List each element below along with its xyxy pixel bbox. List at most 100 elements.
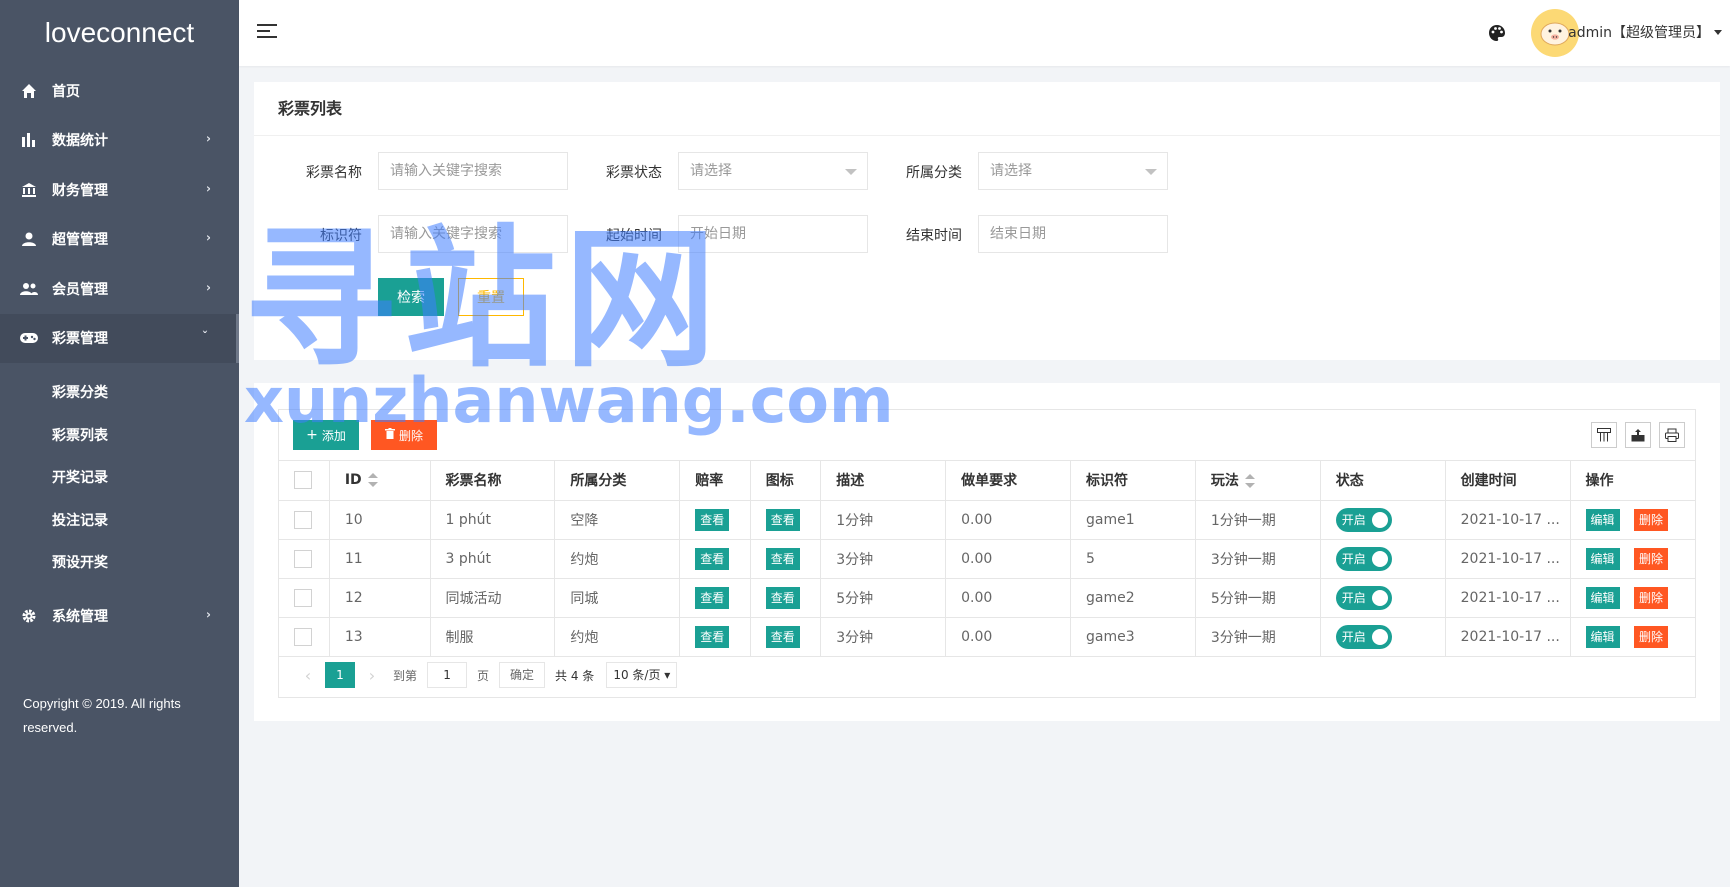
caret-down-icon[interactable] (1714, 30, 1722, 35)
cell-icon: 查看 (750, 500, 822, 540)
cell-actions: 编辑 删除 (1570, 539, 1695, 579)
prev-page-icon[interactable]: ‹ (297, 662, 319, 688)
col-header-name: 彩票名称 (430, 461, 556, 501)
sidebar-item-finance[interactable]: 财务管理 › (0, 165, 239, 215)
sidebar-item-label: 首页 (52, 83, 80, 100)
code-input[interactable]: 请输入关键字搜索 (378, 215, 568, 253)
view-odds-button[interactable]: 查看 (695, 586, 730, 609)
row-checkbox[interactable] (294, 588, 312, 607)
user-menu[interactable]: admin【超级管理员】 (1568, 22, 1710, 42)
lottery-status-select[interactable]: 请选择 (678, 152, 868, 190)
view-icon-button[interactable]: 查看 (765, 625, 800, 648)
next-page-icon[interactable]: › (361, 662, 383, 688)
delete-row-button[interactable]: 删除 (1633, 508, 1668, 531)
cell-created: 2021-10-17 ... (1445, 617, 1571, 657)
print-icon[interactable] (1659, 422, 1685, 448)
delete-button-label: 删除 (398, 428, 423, 443)
sidebar-item-members[interactable]: 会员管理 › (0, 264, 239, 314)
row-checkbox[interactable] (294, 510, 312, 529)
edit-button[interactable]: 编辑 (1585, 625, 1620, 648)
cell-desc: 1分钟 (820, 500, 947, 540)
row-checkbox[interactable] (294, 549, 312, 568)
data-table: + 添加 删除 ID 彩票名称 所属分类 赔率 图标 描述 做单要求 标识符 玩… (278, 409, 1696, 698)
sidebar-item-label: 会员管理 (52, 281, 108, 298)
col-header-icon: 图标 (750, 461, 822, 501)
copyright-text: Copyright © 2019. All rights reserved. (23, 696, 181, 735)
submenu-item-lottery-list[interactable]: 彩票列表 (0, 414, 239, 457)
reset-button[interactable]: 重置 (458, 278, 524, 316)
sidebar-item-super-admin[interactable]: 超管管理 › (0, 215, 239, 265)
col-header-requirement: 做单要求 (945, 461, 1072, 501)
submenu-item-draw-records[interactable]: 开奖记录 (0, 456, 239, 499)
delete-row-button[interactable]: 删除 (1633, 547, 1668, 570)
search-button[interactable]: 检索 (378, 278, 444, 316)
gamepad-icon (20, 329, 38, 347)
sort-icon[interactable] (367, 473, 378, 488)
category-select[interactable]: 请选择 (978, 152, 1168, 190)
col-header-play[interactable]: 玩法 (1195, 461, 1321, 501)
export-icon[interactable] (1625, 422, 1651, 448)
sort-icon[interactable] (1244, 474, 1255, 489)
select-all-checkbox[interactable] (294, 471, 312, 490)
sidebar-item-system[interactable]: 系统管理 › (0, 592, 239, 642)
status-toggle[interactable]: 开启 (1335, 585, 1392, 610)
col-header-category: 所属分类 (554, 461, 681, 501)
view-icon-button[interactable]: 查看 (765, 508, 800, 531)
table-row: 11 3 phút 约炮 查看 查看 3分钟 0.00 5 3分钟一期 开启 2021-10-17 … (279, 539, 1695, 579)
view-odds-button[interactable]: 查看 (695, 547, 730, 570)
sidebar-item-label: 财务管理 (52, 182, 108, 199)
col-header-id[interactable]: ID (329, 461, 431, 501)
goto-confirm-button[interactable]: 确定 (499, 662, 546, 688)
goto-page-input[interactable]: 1 (427, 662, 468, 688)
bank-icon (20, 181, 38, 199)
total-count: 共 4 条 (555, 668, 595, 683)
edit-button[interactable]: 编辑 (1585, 547, 1620, 570)
cell-category: 同城 (554, 578, 681, 618)
col-header-code: 标识符 (1070, 461, 1196, 501)
palette-icon[interactable] (1487, 23, 1507, 43)
sidebar: loveconnect 首页 数据统计 › 财务管理 › 超管管理 › 会员管理… (0, 0, 239, 887)
cell-code: game2 (1070, 578, 1196, 618)
status-toggle[interactable]: 开启 (1335, 507, 1392, 532)
end-date-input[interactable]: 结束日期 (978, 215, 1168, 253)
cell-status: 开启 (1320, 578, 1446, 618)
status-toggle[interactable]: 开启 (1335, 624, 1392, 649)
row-select-cell (279, 617, 330, 657)
current-page[interactable]: 1 (325, 662, 355, 688)
submenu-item-bet-records[interactable]: 投注记录 (0, 499, 239, 542)
delete-row-button[interactable]: 删除 (1633, 625, 1668, 648)
table-body: 10 1 phút 空降 查看 查看 1分钟 0.00 game1 1分钟一期 开启 2021-10… (279, 500, 1695, 657)
row-checkbox[interactable] (294, 627, 312, 646)
cell-status: 开启 (1320, 500, 1446, 540)
submenu-item-preset-draw[interactable]: 预设开奖 (0, 541, 239, 584)
view-icon-button[interactable]: 查看 (765, 586, 800, 609)
view-odds-button[interactable]: 查看 (695, 625, 730, 648)
delete-row-button[interactable]: 删除 (1633, 586, 1668, 609)
columns-filter-icon[interactable] (1591, 422, 1617, 448)
home-icon (20, 82, 38, 100)
cell-id: 11 (329, 539, 431, 579)
sidebar-item-lottery[interactable]: 彩票管理 ˇ (0, 313, 239, 363)
chevron-right-icon: › (206, 131, 211, 146)
lottery-table: ID 彩票名称 所属分类 赔率 图标 描述 做单要求 标识符 玩法 状态 创建时… (279, 461, 1695, 657)
submenu-item-lottery-category[interactable]: 彩票分类 (0, 371, 239, 414)
status-toggle[interactable]: 开启 (1335, 546, 1392, 571)
sidebar-item-home[interactable]: 首页 (0, 66, 239, 116)
cell-odds: 查看 (679, 539, 751, 579)
table-row: 12 同城活动 同城 查看 查看 5分钟 0.00 game2 5分钟一期 开启 2021-10-1… (279, 578, 1695, 618)
sidebar-item-statistics[interactable]: 数据统计 › (0, 116, 239, 166)
top-header: admin【超级管理员】 (239, 0, 1730, 66)
add-button[interactable]: + 添加 (293, 420, 359, 450)
edit-button[interactable]: 编辑 (1585, 508, 1620, 531)
page-title: 彩票列表 (254, 82, 1720, 136)
view-icon-button[interactable]: 查看 (765, 547, 800, 570)
start-date-input[interactable]: 开始日期 (678, 215, 868, 253)
app-logo[interactable]: loveconnect (0, 0, 239, 66)
lottery-name-input[interactable]: 请输入关键字搜索 (378, 152, 568, 190)
menu-toggle-icon[interactable] (257, 24, 277, 40)
view-odds-button[interactable]: 查看 (695, 508, 730, 531)
pagination: ‹ 1 › 到第 1 页 确定 共 4 条 10 条/页 ▾ (279, 655, 1695, 695)
batch-delete-button[interactable]: 删除 (371, 420, 437, 450)
edit-button[interactable]: 编辑 (1585, 586, 1620, 609)
page-size-select[interactable]: 10 条/页 ▾ (606, 662, 678, 688)
